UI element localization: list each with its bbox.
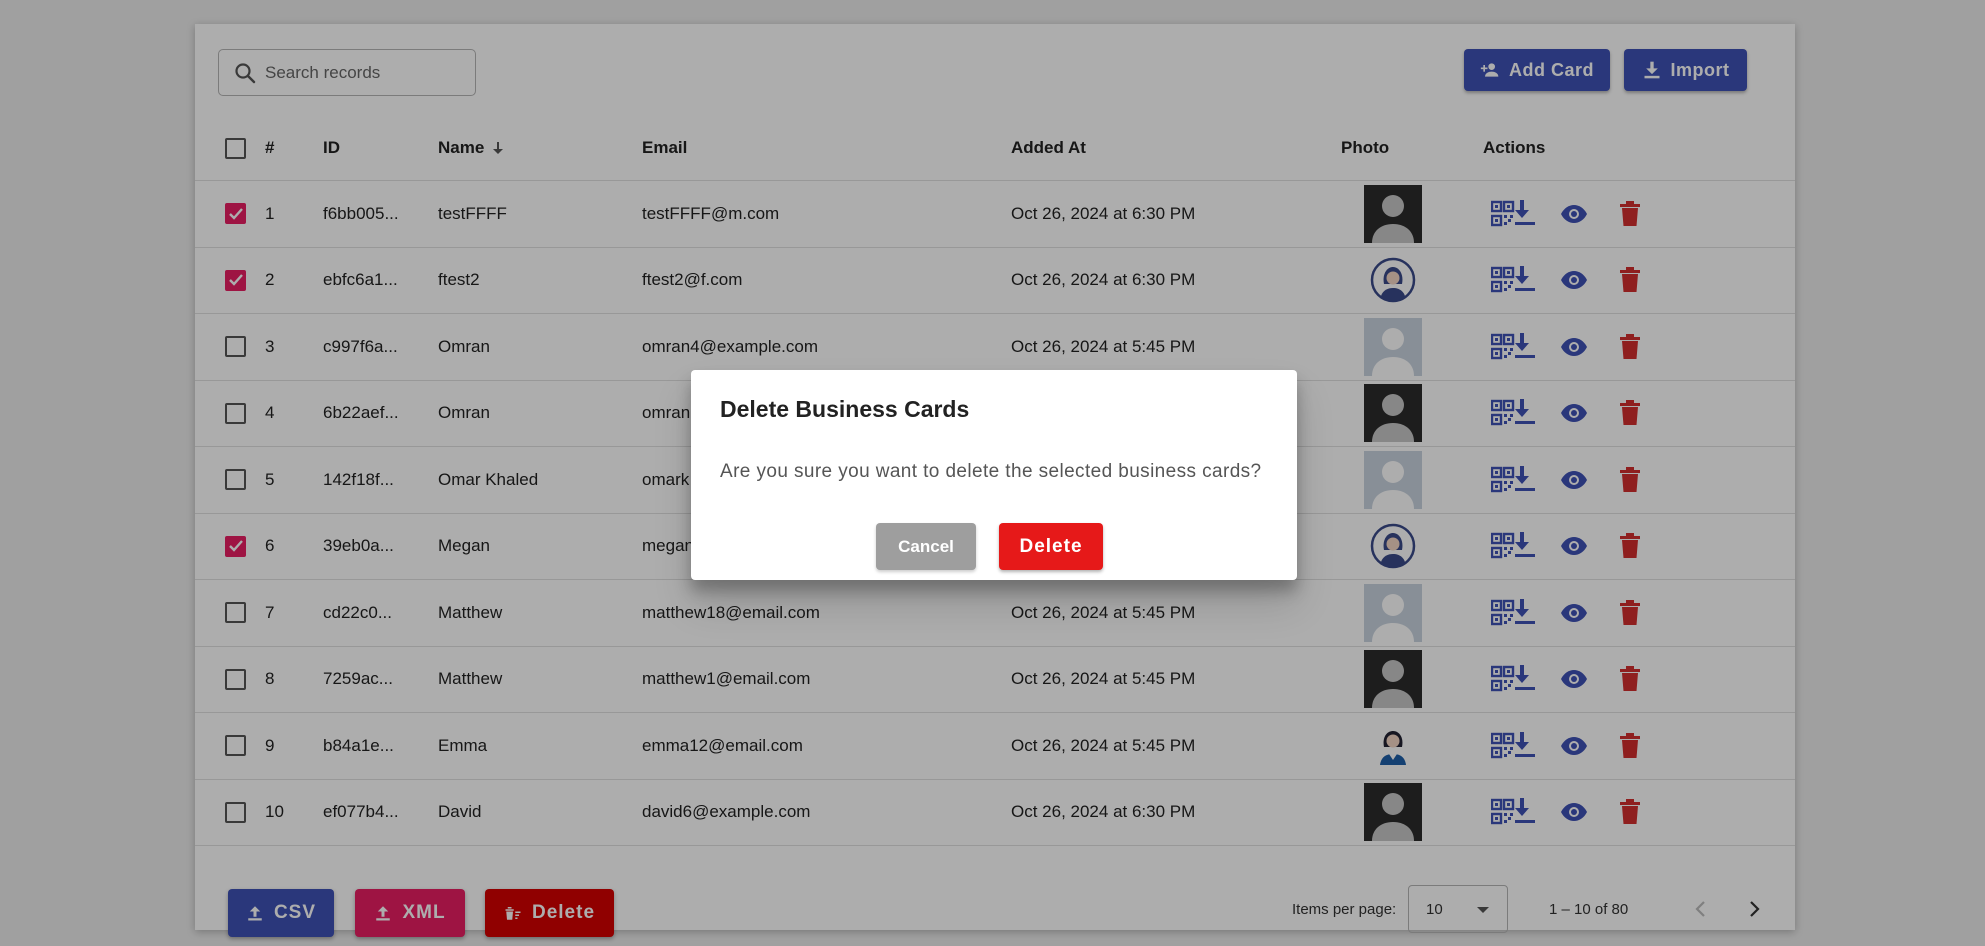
- confirm-delete-button[interactable]: Delete: [999, 523, 1103, 570]
- dialog-message: Are you sure you want to delete the sele…: [720, 461, 1262, 482]
- dialog-title: Delete Business Cards: [720, 396, 970, 422]
- delete-confirm-dialog: Delete Business Cards Are you sure you w…: [691, 370, 1297, 580]
- cancel-button[interactable]: Cancel: [876, 523, 976, 570]
